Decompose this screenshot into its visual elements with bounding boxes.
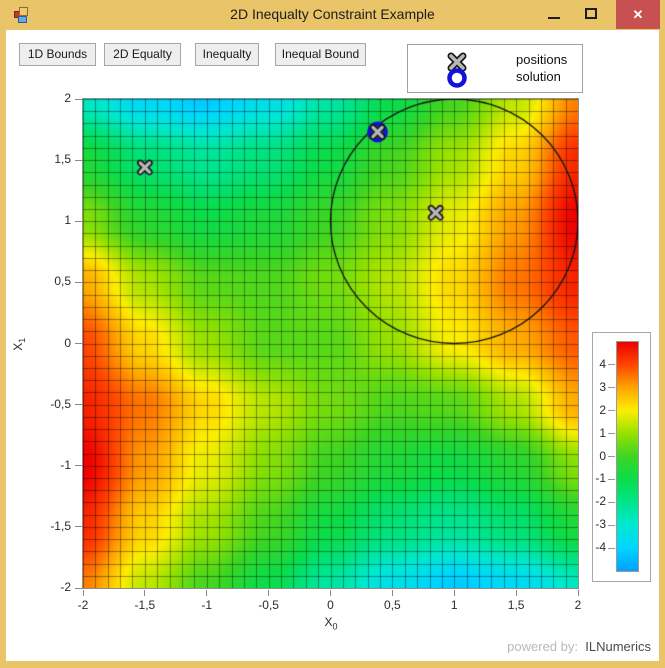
colorbar-tick-label: 2: [580, 403, 606, 417]
close-button[interactable]: ✕: [616, 0, 660, 29]
x-tick-mark: [578, 590, 579, 596]
y-tick-label: -1,5: [38, 519, 71, 533]
x-tick-label: 0,5: [370, 598, 414, 612]
solution-marker-icon: [450, 71, 465, 86]
y-tick-mark: [75, 465, 82, 466]
title-bar[interactable]: 2D Inequalty Constraint Example ✕: [0, 0, 665, 30]
button-inequal-bound[interactable]: Inequal Bound: [275, 43, 366, 66]
colorbar-tick-mark: [608, 364, 615, 365]
y-tick-mark: [75, 588, 82, 589]
y-tick-label: 0,5: [38, 274, 71, 288]
x-tick-mark: [330, 590, 331, 596]
plot-area[interactable]: [82, 98, 579, 589]
colorbar-tick-label: -4: [580, 540, 606, 554]
y-axis-title: X1: [11, 329, 27, 359]
powered-by-brand: ILNumerics: [582, 639, 651, 654]
x-tick-label: 0: [309, 598, 353, 612]
y-tick-mark: [75, 282, 82, 283]
x-tick-label: 1: [432, 598, 476, 612]
colorbar-tick-label: 3: [580, 380, 606, 394]
colorbar-tick-label: -3: [580, 517, 606, 531]
x-tick-label: 1,5: [494, 598, 538, 612]
colorbar-tick-label: 1: [580, 426, 606, 440]
y-tick-label: -0,5: [38, 397, 71, 411]
close-icon: ✕: [633, 7, 644, 22]
button-1d-bounds[interactable]: 1D Bounds: [19, 43, 96, 66]
minimize-button[interactable]: [540, 0, 568, 29]
colorbar-tick-mark: [608, 456, 615, 457]
app-window: 2D Inequalty Constraint Example ✕ 1D Bou…: [0, 0, 665, 668]
y-tick-mark: [75, 526, 82, 527]
colorbar-tick-mark: [608, 433, 615, 434]
minimize-icon: [548, 17, 560, 19]
y-tick-label: 2: [38, 91, 71, 105]
y-tick-mark: [75, 99, 82, 100]
legend-label-positions: positions: [516, 52, 567, 67]
x-axis-title: X0: [315, 615, 347, 631]
x-tick-mark: [83, 590, 84, 596]
colorbar-tick-label: 4: [580, 357, 606, 371]
x-tick-label: -2: [61, 598, 105, 612]
x-tick-mark: [206, 590, 207, 596]
y-tick-label: 1,5: [38, 152, 71, 166]
x-tick-mark: [454, 590, 455, 596]
button-2d-equalty[interactable]: 2D Equalty: [104, 43, 181, 66]
x-tick-label: -1,5: [123, 598, 167, 612]
colorbar-tick-mark: [608, 387, 615, 388]
y-tick-label: -2: [38, 580, 71, 594]
colorbar-tick-label: -2: [580, 494, 606, 508]
maximize-icon: [585, 8, 597, 19]
colorbar-tick-label: 0: [580, 449, 606, 463]
x-tick-mark: [144, 590, 145, 596]
colorbar-tick-label: -1: [580, 471, 606, 485]
colorbar-tick-mark: [608, 479, 615, 480]
colorbar-tick-mark: [608, 525, 615, 526]
colorbar-tick-mark: [608, 502, 615, 503]
y-tick-label: -1: [38, 458, 71, 472]
x-tick-label: 2: [556, 598, 600, 612]
legend: positions solution: [407, 44, 583, 93]
powered-by: powered by: ILNumerics: [420, 639, 651, 654]
powered-by-prefix: powered by:: [507, 639, 578, 654]
x-tick-label: -1: [185, 598, 229, 612]
heatmap-canvas[interactable]: [83, 99, 578, 588]
y-tick-mark: [75, 221, 82, 222]
legend-label-solution: solution: [516, 69, 561, 84]
button-inequalty[interactable]: Inequalty: [195, 43, 259, 66]
positions-marker-icon: [451, 56, 463, 68]
y-tick-mark: [75, 343, 82, 344]
x-tick-label: -0,5: [247, 598, 291, 612]
colorbar-tick-mark: [608, 410, 615, 411]
y-tick-mark: [75, 160, 82, 161]
x-tick-mark: [516, 590, 517, 596]
y-tick-mark: [75, 404, 82, 405]
colorbar-tick-mark: [608, 548, 615, 549]
x-tick-mark: [392, 590, 393, 596]
y-tick-label: 1: [38, 213, 71, 227]
maximize-button[interactable]: [576, 0, 606, 29]
y-tick-label: 0: [38, 336, 71, 350]
x-tick-mark: [268, 590, 269, 596]
colorbar-gradient: [616, 341, 639, 572]
